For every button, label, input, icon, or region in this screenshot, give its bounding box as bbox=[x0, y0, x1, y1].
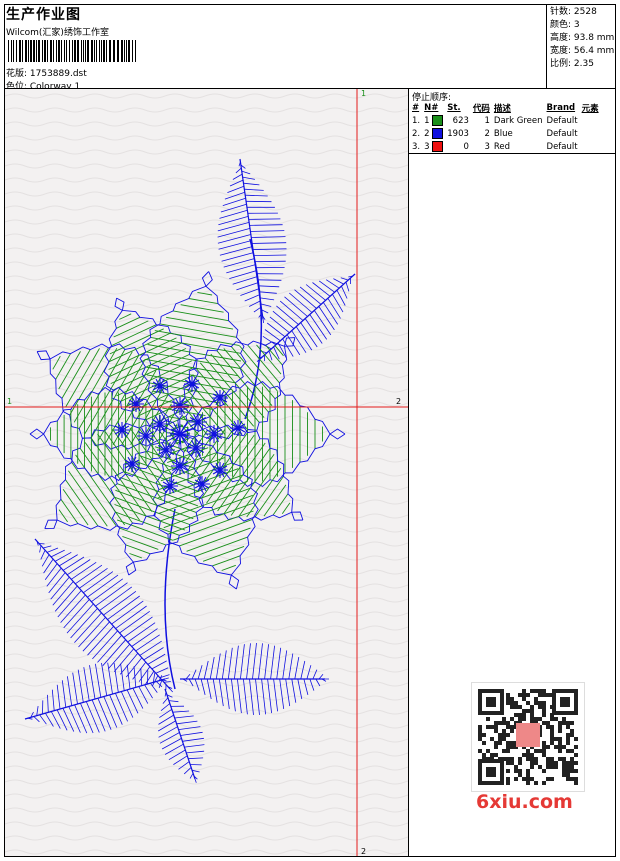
stop-row-st: 623 bbox=[452, 115, 469, 126]
design-height: 高度: 93.8 mm bbox=[550, 33, 615, 43]
stop-row-n: 3 bbox=[422, 140, 445, 153]
col-n: N# bbox=[424, 103, 439, 113]
stop-row-st: 1903 bbox=[447, 128, 469, 139]
col-desc: 描述 bbox=[493, 104, 511, 114]
stop-row-idx: 2. bbox=[412, 128, 421, 139]
watermark-logo: 6xiu.com bbox=[476, 791, 573, 813]
stats-panel: 针数: 2528 颜色: 3 高度: 93.8 mm 宽度: 56.4 mm 比… bbox=[546, 4, 616, 88]
stitch-count: 针数: 2528 bbox=[550, 7, 597, 17]
stop-row-idx: 1. bbox=[412, 115, 421, 126]
stop-row-desc: Blue bbox=[493, 128, 513, 139]
design-file: 花版: 1753889.dst bbox=[6, 69, 87, 79]
stop-row-number: 2 bbox=[424, 129, 433, 139]
stop-row-element bbox=[580, 140, 601, 153]
stop-row-desc: Dark Green bbox=[493, 115, 543, 126]
page-title: 生产作业图 bbox=[6, 7, 81, 23]
stop-row-idx: 3. bbox=[412, 141, 421, 152]
stop-row: 2. 2 1903 2 Blue Default bbox=[410, 127, 601, 140]
scale-ratio: 比例: 2.35 bbox=[550, 59, 594, 69]
stop-row-brand: Default bbox=[546, 115, 578, 126]
color-count: 颜色: 3 bbox=[550, 20, 580, 30]
color-swatch bbox=[432, 141, 444, 152]
stop-row-number: 1 bbox=[424, 116, 433, 126]
qr-code bbox=[471, 682, 585, 792]
color-swatch bbox=[432, 128, 444, 139]
header-info: 生产作业图 Wilcom(汇家)绣饰工作室 花版: 1753889.dst 色位… bbox=[6, 4, 546, 92]
barcode bbox=[8, 40, 136, 62]
axis-label-v-bottom: 2 bbox=[361, 847, 367, 856]
color-swatch bbox=[432, 115, 444, 126]
stop-row-code: 3 bbox=[484, 141, 490, 152]
stop-row-code: 2 bbox=[484, 128, 490, 139]
stop-row-number: 3 bbox=[424, 142, 433, 152]
stop-row-brand: Default bbox=[546, 128, 578, 139]
col-stitches: St. bbox=[447, 103, 461, 113]
col-brand: Brand bbox=[546, 103, 576, 113]
design-width: 宽度: 56.4 mm bbox=[550, 46, 615, 56]
axis-label-h-left: 1 bbox=[7, 397, 13, 406]
design-canvas: 1 2 1 2 bbox=[5, 89, 409, 856]
stop-row-n: 2 bbox=[422, 127, 445, 140]
stop-row-st: 0 bbox=[463, 141, 469, 152]
company-name: Wilcom(汇家)绣饰工作室 bbox=[6, 28, 109, 38]
stop-row-element bbox=[580, 114, 601, 127]
col-element: 元素 bbox=[581, 104, 599, 114]
stop-row-element bbox=[580, 127, 601, 140]
stop-row: 1. 1 623 1 Dark Green Default bbox=[410, 114, 601, 127]
col-index: # bbox=[412, 103, 420, 113]
stop-table-divider bbox=[409, 153, 615, 154]
axis-label-h-right: 2 bbox=[396, 397, 402, 406]
col-code: 代码 bbox=[472, 104, 490, 114]
stop-row-brand: Default bbox=[546, 141, 578, 152]
stop-row: 3. 3 0 3 Red Default bbox=[410, 140, 601, 153]
stop-row-code: 1 bbox=[484, 115, 490, 126]
stop-row-desc: Red bbox=[493, 141, 511, 152]
axis-label-v-top: 1 bbox=[361, 89, 367, 98]
stop-sequence-table: # N# St. 代码 描述 Brand 元素 1. 1 623 1 Dark Gre… bbox=[410, 102, 601, 153]
embroidery-preview bbox=[5, 89, 409, 856]
stop-row-n: 1 bbox=[422, 114, 445, 127]
